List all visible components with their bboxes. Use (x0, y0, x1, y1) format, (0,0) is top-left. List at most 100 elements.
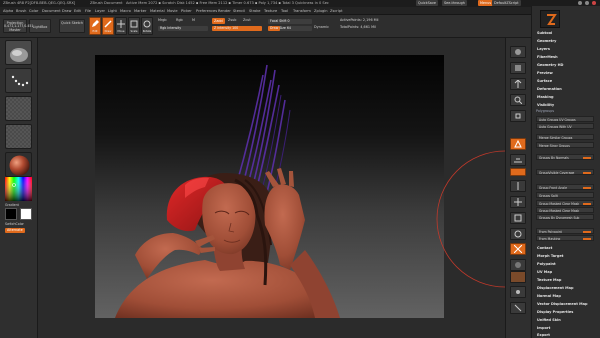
bpr-button[interactable] (510, 46, 526, 58)
quick-sketch-button[interactable]: Quick Sketch (59, 19, 85, 33)
xpose-button[interactable] (510, 302, 526, 314)
menu-alpha[interactable]: Alpha (3, 7, 13, 15)
spix-button[interactable] (510, 62, 526, 74)
actual-button[interactable] (510, 110, 526, 122)
zsub-button[interactable]: Zsub (228, 18, 236, 23)
tool-thumbnail[interactable] (540, 10, 560, 28)
floor-button[interactable] (510, 154, 526, 166)
brush-thumbnail[interactable] (5, 40, 32, 65)
max-angle-slider[interactable] (583, 157, 591, 159)
texture-map-menu[interactable]: Texture Map (537, 278, 561, 283)
dynamic-toggle[interactable]: Dynamic (314, 25, 329, 30)
canvas-viewport[interactable] (95, 55, 444, 318)
uv-map-menu[interactable]: UV Map (537, 270, 552, 275)
group-front-button[interactable]: Group Front Angle (536, 184, 594, 190)
menu-preferences[interactable]: Preferences (196, 7, 217, 15)
menu-movie[interactable]: Movie (167, 7, 178, 15)
alpha-thumbnail[interactable] (5, 96, 32, 121)
morph-target-menu[interactable]: Morph Target (537, 254, 563, 259)
menu-layer[interactable]: Layer (95, 7, 105, 15)
deformation-menu[interactable]: Deformation (537, 87, 562, 92)
displacement-map-menu[interactable]: Displacement Map (537, 286, 573, 291)
auto-groups-uv-button[interactable]: Auto Groups With UV (536, 123, 594, 129)
ghost-button[interactable] (510, 271, 526, 283)
group-masked-clear-mask-button[interactable]: Group Masked Clear Mask (536, 207, 594, 213)
vector-displacement-map-menu[interactable]: Vector Displacement Map (537, 302, 587, 307)
zcut-button[interactable]: Zcut (243, 18, 251, 23)
stroke-thumbnail[interactable] (5, 68, 32, 93)
switch-color-button[interactable]: SwitchColor (5, 222, 24, 226)
rotate-view-button[interactable] (510, 228, 526, 240)
layers-menu[interactable]: Layers (537, 47, 550, 52)
menu-stroke[interactable]: Stroke (249, 7, 260, 15)
menu-transform[interactable]: Transform (293, 7, 311, 15)
secondary-color-swatch[interactable] (20, 208, 32, 220)
menus-button[interactable]: Menus (478, 0, 494, 6)
coverage-slider[interactable] (583, 172, 591, 174)
merge-similar-groups-button[interactable]: Merge Similar Groups (536, 134, 594, 140)
see-through-slider[interactable]: See-through (442, 0, 467, 6)
export-menu[interactable]: Export (537, 333, 550, 338)
menu-brush[interactable]: Brush (16, 7, 26, 15)
draw-size-slider[interactable]: Draw Size 64 (268, 26, 312, 31)
geometry-menu[interactable]: Geometry (537, 39, 556, 44)
quicksave-button[interactable]: QuickSave (416, 0, 438, 6)
menu-draw[interactable]: Draw (62, 7, 71, 15)
lsym-button[interactable] (510, 180, 526, 192)
minimize-icon[interactable] (578, 1, 582, 5)
zadd-button[interactable]: Zadd (212, 18, 225, 24)
polyf-button[interactable] (510, 243, 526, 255)
polygroups-header[interactable]: Polygroups (536, 109, 554, 114)
main-color-swatch[interactable] (5, 208, 17, 220)
maximize-icon[interactable] (585, 1, 589, 5)
persp-button[interactable] (510, 138, 526, 150)
mrgb-toggle[interactable]: Mrgb (158, 18, 167, 23)
menu-stencil[interactable]: Stencil (233, 7, 245, 15)
local-button[interactable] (510, 168, 526, 176)
menu-edit[interactable]: Edit (74, 7, 81, 15)
preview-menu[interactable]: Preview (537, 71, 553, 76)
normal-map-menu[interactable]: Normal Map (537, 294, 561, 299)
auto-groups-button[interactable]: Auto Groups UV Groups (536, 116, 594, 122)
from-masking-slider[interactable] (583, 238, 591, 240)
menu-material[interactable]: Material (150, 7, 165, 15)
rgb-intensity-slider[interactable]: Rgb Intensity (158, 26, 208, 31)
menu-light[interactable]: Light (108, 7, 117, 15)
merge-stray-groups-button[interactable]: Merge Stray Groups (536, 142, 594, 148)
default-zscript-button[interactable]: DefaultZScript (492, 0, 521, 6)
scale-button[interactable]: Scale (128, 17, 140, 35)
from-polypaint-button[interactable]: From Polypaint (536, 228, 594, 234)
menu-picker[interactable]: Picker (181, 7, 192, 15)
focal-shift-slider[interactable]: Focal Shift 0 (268, 19, 312, 24)
material-thumbnail[interactable] (5, 152, 32, 177)
gradient-label[interactable]: Gradient (5, 203, 19, 207)
color-picker[interactable] (5, 177, 32, 201)
menu-color[interactable]: Color (29, 7, 38, 15)
menu-macro[interactable]: Macro (120, 7, 131, 15)
alternate-button[interactable]: Alternate (5, 228, 25, 233)
unified-skin-menu[interactable]: Unified Skin (537, 318, 561, 323)
geometry-hd-menu[interactable]: Geometry HD (537, 63, 563, 68)
from-masking-button[interactable]: From Masking (536, 235, 594, 241)
move-view-button[interactable] (510, 196, 526, 208)
angle-slider[interactable] (583, 187, 591, 189)
subtool-menu[interactable]: Subtool (537, 31, 552, 36)
menu-tool[interactable]: Tool (281, 7, 288, 15)
m-toggle[interactable]: M (192, 18, 195, 23)
move-button[interactable]: Move (115, 17, 127, 35)
masking-menu[interactable]: Masking (537, 95, 553, 100)
close-icon[interactable] (592, 1, 596, 5)
menu-zplugin[interactable]: Zplugin (314, 7, 328, 15)
edit-button[interactable]: Edit (89, 17, 101, 35)
draw-button[interactable]: Draw (102, 17, 114, 35)
fibermesh-menu[interactable]: FiberMesh (537, 55, 558, 60)
contact-menu[interactable]: Contact (537, 246, 552, 251)
groups-split-button[interactable]: Groups Split (536, 192, 594, 198)
scale-view-button[interactable] (510, 212, 526, 224)
group-masked-slider[interactable] (583, 203, 591, 205)
menu-render[interactable]: Render (218, 7, 231, 15)
menu-file[interactable]: File (85, 7, 91, 15)
zoom-button[interactable] (510, 94, 526, 106)
polypaint-menu[interactable]: Polypaint (537, 262, 556, 267)
texture-thumbnail[interactable] (5, 124, 32, 149)
